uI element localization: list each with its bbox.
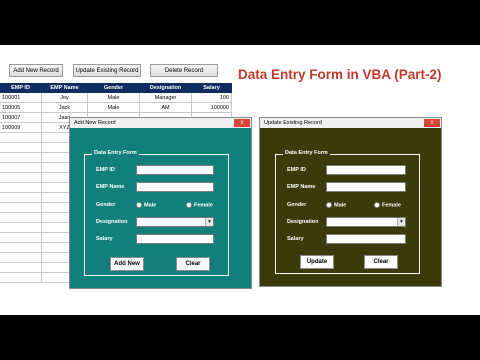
table-header-row: EMP ID EMP Name Gender Designation Salar… [0, 83, 232, 93]
table-cell[interactable]: 100009 [0, 123, 42, 133]
add-new-button[interactable]: Add New [110, 257, 144, 271]
emp-name-label: EMP Name [287, 184, 316, 190]
salary-label: Salary [96, 236, 113, 242]
table-cell[interactable]: Male [88, 93, 140, 103]
column-header: Salary [192, 83, 232, 93]
emp-id-label: EMP ID [96, 167, 115, 173]
designation-combobox[interactable]: ▼ [136, 217, 214, 227]
table-row: 100005 Jack Male AM 100000 [0, 103, 232, 113]
designation-label: Designation [96, 219, 128, 225]
table-cell[interactable]: Manager [140, 93, 192, 103]
chevron-down-icon[interactable]: ▼ [397, 218, 405, 226]
gender-male-radio[interactable]: Male [326, 202, 346, 208]
designation-label: Designation [287, 219, 319, 225]
add-dialog-title: Add New Record [74, 120, 116, 126]
column-header: EMP Name [42, 83, 88, 93]
update-existing-record-dialog: Update Existing Record x Data Entry Form… [259, 117, 442, 287]
clear-button[interactable]: Clear [176, 257, 210, 271]
update-dialog-titlebar[interactable]: Update Existing Record x [260, 118, 441, 128]
emp-id-label: EMP ID [287, 167, 306, 173]
designation-combobox[interactable]: ▼ [326, 217, 406, 227]
frame-label: Data Entry Form [92, 150, 139, 156]
update-existing-record-button[interactable]: Update Existing Record [73, 64, 141, 77]
gender-female-radio[interactable]: Female [374, 202, 401, 208]
emp-id-field[interactable] [326, 165, 406, 175]
top-letterbox [0, 0, 480, 45]
radio-icon [374, 202, 380, 208]
column-header: Designation [140, 83, 192, 93]
radio-label: Female [382, 202, 401, 209]
add-dialog-titlebar[interactable]: Add New Record x [70, 118, 251, 128]
close-icon[interactable]: x [234, 119, 250, 127]
salary-label: Salary [287, 236, 304, 242]
table-cell[interactable]: AM [140, 103, 192, 113]
gender-label: Gender [287, 202, 307, 208]
table-cell[interactable]: 100000 [192, 103, 232, 113]
column-header: Gender [88, 83, 140, 93]
radio-icon [326, 202, 332, 208]
add-new-record-button[interactable]: Add New Record [9, 64, 63, 77]
add-new-record-dialog: Add New Record x Data Entry Form EMP ID … [69, 117, 252, 289]
emp-name-label: EMP Name [96, 184, 125, 190]
salary-field[interactable] [326, 234, 406, 244]
bottom-letterbox [0, 315, 480, 360]
table-cell[interactable]: 100 [192, 93, 232, 103]
add-dialog-body: Data Entry Form EMP ID EMP Name Gender M… [70, 128, 251, 288]
chevron-down-icon[interactable]: ▼ [205, 218, 213, 226]
frame-label: Data Entry Form [283, 150, 330, 156]
close-icon[interactable]: x [424, 119, 440, 127]
gender-male-radio[interactable]: Male [136, 202, 156, 208]
radio-label: Male [144, 202, 157, 209]
update-dialog-body: Data Entry Form EMP ID EMP Name Gender M… [260, 128, 441, 286]
table-cell[interactable]: Male [88, 103, 140, 113]
update-dialog-title: Update Existing Record [264, 120, 322, 126]
table-cell[interactable]: 100007 [0, 113, 42, 123]
emp-id-field[interactable] [136, 165, 214, 175]
emp-name-field[interactable] [136, 182, 214, 192]
table-cell[interactable]: 100001 [0, 93, 42, 103]
gender-label: Gender [96, 202, 116, 208]
radio-label: Female [194, 202, 213, 209]
radio-icon [136, 202, 142, 208]
radio-label: Male [334, 202, 347, 209]
page-title: Data Entry Form in VBA (Part-2) [238, 67, 442, 82]
salary-field[interactable] [136, 234, 214, 244]
update-button[interactable]: Update [300, 255, 334, 269]
emp-name-field[interactable] [326, 182, 406, 192]
clear-button[interactable]: Clear [364, 255, 398, 269]
radio-icon [186, 202, 192, 208]
table-row: 100001 Joy Male Manager 100 [0, 93, 232, 103]
table-cell[interactable]: 100005 [0, 103, 42, 113]
gender-female-radio[interactable]: Female [186, 202, 213, 208]
spreadsheet: Add New Record Update Existing Record De… [0, 45, 480, 315]
table-cell[interactable]: Joy [42, 93, 88, 103]
delete-record-button[interactable]: Delete Record [150, 64, 218, 77]
column-header: EMP ID [0, 83, 42, 93]
table-cell[interactable]: Jack [42, 103, 88, 113]
